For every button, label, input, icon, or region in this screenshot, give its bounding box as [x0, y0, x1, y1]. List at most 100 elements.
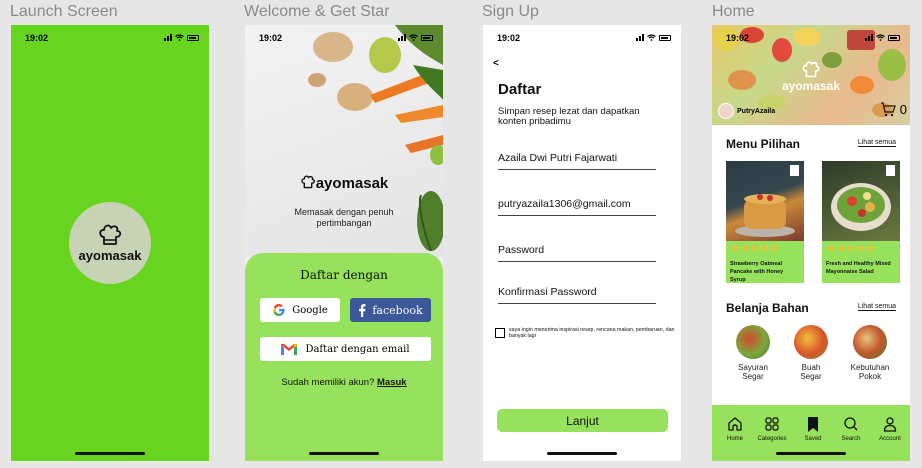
user-icon [883, 417, 897, 432]
gmail-icon [281, 344, 298, 355]
status-icons [164, 34, 199, 41]
next-button[interactable]: Lanjut [497, 409, 668, 432]
page-title: Daftar [498, 81, 542, 98]
bookmark-icon [808, 416, 818, 432]
consent-row: saya ingin menerima inspirasi resep, ren… [495, 327, 681, 339]
recipe-image [726, 161, 804, 241]
category-fruits[interactable]: Buah Segar [786, 325, 836, 381]
google-signup-button[interactable]: Google [260, 298, 340, 322]
signup-screen: 19:02 < Daftar Simpan resep lezat dan da… [483, 25, 681, 461]
status-time: 19:02 [259, 33, 283, 43]
frame-label-signup: Sign Up [482, 3, 539, 20]
chef-hat-icon [301, 175, 315, 189]
battery-icon [187, 34, 199, 41]
register-heading: Daftar dengan [300, 268, 388, 282]
shop-see-all-link[interactable]: Lihat semua [857, 303, 896, 311]
category-label: Sayuran Segar [738, 363, 768, 381]
facebook-label: facebook [372, 303, 423, 317]
register-panel: Daftar dengan Google facebook Daftar den… [245, 253, 443, 461]
category-label: Kebutuhan Pokok [850, 363, 890, 381]
name-field[interactable]: Azaila Dwi Putri Fajarwati [498, 152, 656, 170]
email-signup-label: Daftar dengan email [305, 343, 410, 355]
have-account-text: Sudah memiliki akun? [281, 377, 375, 388]
tab-categories[interactable]: Categories [752, 415, 792, 442]
app-logo: ayomasak [69, 202, 151, 284]
menu-see-all-link[interactable]: Lihat semua [857, 139, 896, 147]
status-icons [398, 34, 433, 41]
wifi-icon [175, 34, 184, 41]
staples-image [853, 325, 887, 359]
page-subtitle: Simpan resep lezat dan dapatkan konten p… [498, 106, 640, 127]
tagline: Memasak dengan penuh pertimbangan [294, 207, 394, 228]
status-time: 19:02 [497, 33, 521, 43]
signal-icon [636, 34, 644, 41]
brand-name: ayomasak [781, 79, 841, 93]
menu-section-title: Menu Pilihan [726, 137, 801, 151]
wifi-icon [876, 34, 885, 41]
tab-label: Search [841, 436, 861, 442]
recipe-card-footer: ★★★★★ Strawberry Oatmeal Pancake with Ho… [726, 241, 804, 283]
wifi-icon [409, 34, 418, 41]
grid-icon [765, 417, 779, 431]
tab-label: Categories [757, 436, 787, 442]
brand-name: ayomasak [315, 175, 389, 192]
signal-icon [865, 34, 873, 41]
back-button[interactable]: < [493, 58, 499, 69]
home-indicator [776, 452, 846, 455]
recipe-card[interactable]: ★★★★★ Fresh and Healthy Mixed Mayonnaise… [822, 161, 900, 283]
signal-icon [164, 34, 172, 41]
status-bar: 19:02 [483, 33, 681, 47]
category-label: Buah Segar [800, 363, 822, 381]
email-signup-button[interactable]: Daftar dengan email [260, 337, 431, 361]
tab-saved[interactable]: Saved [793, 415, 833, 442]
home-indicator [309, 452, 379, 455]
status-icons [865, 34, 900, 41]
consent-checkbox[interactable] [495, 328, 505, 338]
recipe-image [822, 161, 900, 241]
tab-label: Account [879, 436, 901, 442]
chef-hat-icon [99, 224, 122, 245]
bookmark-icon[interactable] [790, 165, 799, 176]
status-bar: 19:02 [11, 33, 209, 47]
brand-name: ayomasak [78, 247, 142, 263]
status-bar: 19:02 [712, 33, 910, 47]
vegetables-image [736, 325, 770, 359]
confirm-password-field[interactable]: Konfirmasi Password [498, 286, 656, 304]
status-icons [636, 34, 671, 41]
bookmark-icon[interactable] [886, 165, 895, 176]
shop-section-title: Belanja Bahan [726, 301, 809, 315]
status-time: 19:02 [726, 33, 750, 43]
facebook-icon [359, 303, 366, 317]
email-field[interactable]: putryazaila1306@gmail.com [498, 198, 656, 216]
facebook-signup-button[interactable]: facebook [350, 298, 431, 322]
wifi-icon [647, 34, 656, 41]
battery-icon [888, 34, 900, 41]
google-label: Google [292, 304, 328, 316]
launch-screen: 19:02 ayomasak [11, 25, 209, 461]
battery-icon [659, 34, 671, 41]
cart-button[interactable]: 0 [880, 102, 907, 117]
hero-brand: ayomasak [712, 61, 910, 93]
tab-search[interactable]: Search [831, 415, 871, 442]
google-icon [273, 304, 285, 316]
battery-icon [421, 34, 433, 41]
category-staples[interactable]: Kebutuhan Pokok [845, 325, 895, 381]
home-indicator [75, 452, 145, 455]
login-link[interactable]: Masuk [377, 377, 407, 388]
fruits-image [794, 325, 828, 359]
tab-home[interactable]: Home [715, 415, 755, 442]
home-indicator [547, 452, 617, 455]
status-time: 19:02 [25, 33, 49, 43]
home-icon [728, 417, 742, 431]
tab-account[interactable]: Account [870, 415, 910, 442]
welcome-screen: 19:02 ayomasak Memasak dengan penuh pert… [245, 25, 443, 461]
recipe-name: Fresh and Healthy Mixed Mayonnaise Salad [826, 261, 891, 275]
recipe-card[interactable]: ★★★★★ Strawberry Oatmeal Pancake with Ho… [726, 161, 804, 283]
consent-text: saya ingin menerima inspirasi resep, ren… [509, 327, 675, 339]
brand-logo: ayomasak [245, 175, 443, 192]
search-icon [844, 417, 858, 431]
tab-label: Home [726, 436, 743, 442]
password-field[interactable]: Password [498, 244, 656, 262]
user-profile[interactable]: PutryAzaila [718, 103, 775, 119]
category-vegetables[interactable]: Sayuran Segar [728, 325, 778, 381]
